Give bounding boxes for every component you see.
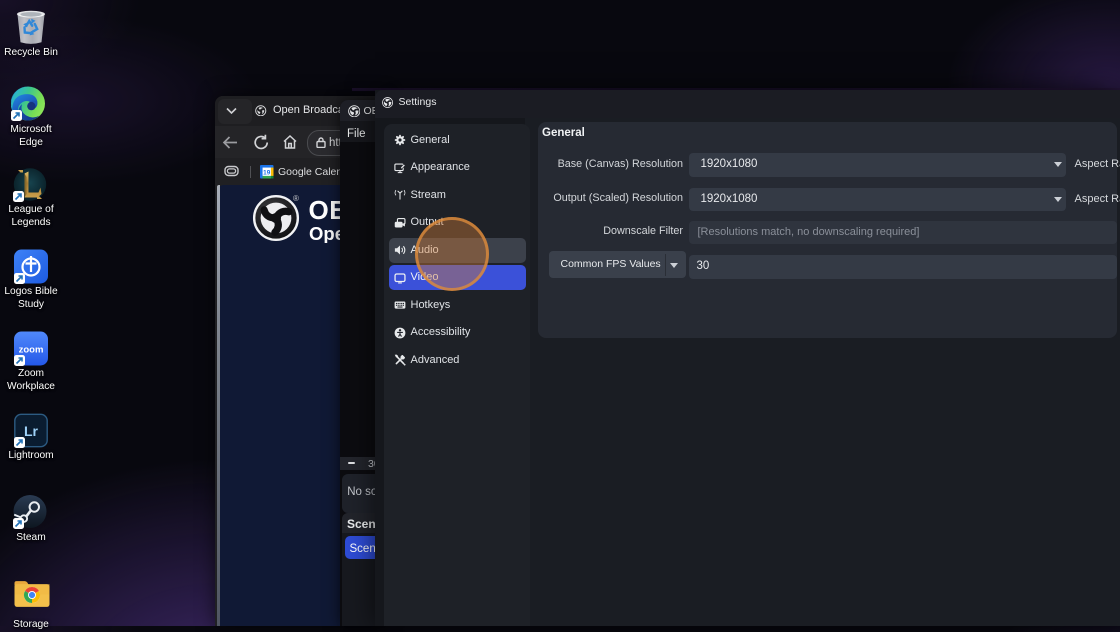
svg-text:Lr: Lr — [24, 423, 39, 439]
svg-text:zoom: zoom — [19, 345, 44, 356]
svg-text:19: 19 — [263, 170, 271, 177]
